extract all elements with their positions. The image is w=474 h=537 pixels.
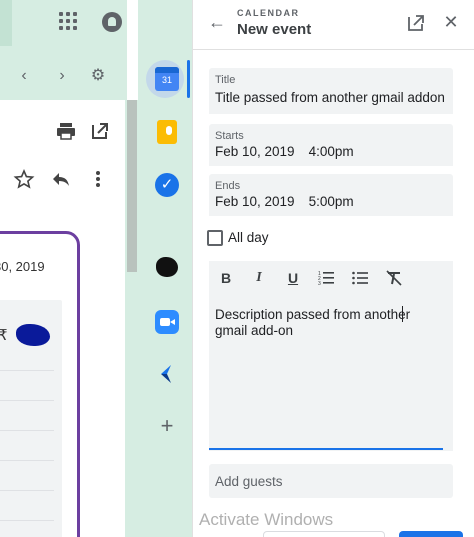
panel-title: New event	[237, 21, 312, 38]
starts-value[interactable]: Feb 10, 2019 4:00pm	[215, 144, 354, 159]
calendar-icon[interactable]: 31	[155, 67, 179, 91]
screen: ‹ › ⚙ 30, 2019 ₹ 31	[0, 0, 474, 537]
numbered-list-icon[interactable]: 123	[317, 269, 335, 287]
ends-time[interactable]: 5:00pm	[309, 194, 354, 209]
format-underline-icon[interactable]: U	[284, 269, 302, 287]
apps-grid-icon[interactable]	[59, 12, 77, 30]
secondary-button[interactable]	[263, 531, 385, 537]
all-day-checkbox[interactable]	[207, 230, 223, 246]
description-text[interactable]: Description passed from another gmail ad…	[215, 307, 445, 339]
starts-label: Starts	[215, 130, 244, 142]
panel-header: ← CALENDAR New event ✕	[193, 0, 474, 50]
calendar-panel: ← CALENDAR New event ✕ Title Title passe…	[192, 0, 474, 537]
format-italic-icon[interactable]: I	[250, 269, 268, 287]
ends-field[interactable]: Ends Feb 10, 2019 5:00pm	[209, 174, 453, 216]
description-editor[interactable]: B I U 123 Description passed from anothe…	[209, 261, 453, 451]
all-day-label: All day	[228, 230, 269, 245]
tasks-icon[interactable]: ✓	[155, 173, 179, 197]
open-in-new-icon[interactable]	[89, 120, 111, 142]
keep-icon[interactable]	[157, 120, 177, 144]
arrow-back-icon[interactable]: ←	[207, 12, 227, 32]
bell-icon[interactable]	[102, 12, 122, 32]
save-button[interactable]	[399, 531, 463, 537]
description-focus-underline	[209, 448, 443, 450]
reply-icon[interactable]	[50, 168, 72, 190]
ends-date[interactable]: Feb 10, 2019	[215, 194, 295, 209]
add-guests-placeholder: Add guests	[215, 474, 283, 489]
active-addon-indicator	[187, 60, 190, 98]
chevron-right-icon[interactable]: ›	[52, 66, 72, 86]
gear-icon[interactable]: ⚙	[88, 66, 108, 86]
close-icon[interactable]: ✕	[441, 12, 461, 32]
windows-activation-watermark: Activate Windows	[199, 510, 334, 529]
amount-redacted	[16, 324, 50, 346]
format-bold-icon[interactable]: B	[217, 269, 235, 287]
add-guests-field[interactable]: Add guests	[209, 464, 453, 498]
title-field[interactable]: Title Title passed from another gmail ad…	[209, 68, 453, 114]
search-bar-edge[interactable]	[0, 0, 12, 46]
ends-value[interactable]: Feb 10, 2019 5:00pm	[215, 194, 354, 209]
zoom-icon[interactable]	[155, 310, 179, 334]
chevron-left-icon[interactable]: ‹	[14, 66, 34, 86]
title-value[interactable]: Title passed from another gmail addon	[215, 90, 445, 105]
gmail-toolbar: ‹ › ⚙	[0, 52, 127, 100]
more-vert-icon[interactable]	[88, 168, 108, 190]
svg-text:3: 3	[318, 281, 321, 287]
starts-field[interactable]: Starts Feb 10, 2019 4:00pm	[209, 124, 453, 166]
star-icon[interactable]	[13, 168, 35, 190]
starts-date[interactable]: Feb 10, 2019	[215, 144, 295, 159]
starts-time[interactable]: 4:00pm	[309, 144, 354, 159]
ends-label: Ends	[215, 180, 241, 192]
addon-icon[interactable]	[156, 257, 178, 277]
bulleted-list-icon[interactable]	[351, 269, 369, 287]
print-icon[interactable]	[55, 120, 77, 142]
open-in-new-icon[interactable]	[406, 13, 426, 33]
plus-icon[interactable]: +	[155, 414, 179, 438]
title-label: Title	[215, 74, 236, 86]
scrollbar-thumb[interactable]	[127, 100, 137, 272]
text-caret	[402, 306, 403, 322]
panel-kicker: CALENDAR	[237, 8, 300, 18]
email-date: 30, 2019	[0, 259, 45, 274]
currency-symbol: ₹	[0, 327, 8, 344]
addon-arrow-icon[interactable]	[155, 362, 179, 386]
clear-formatting-icon[interactable]	[385, 269, 403, 287]
